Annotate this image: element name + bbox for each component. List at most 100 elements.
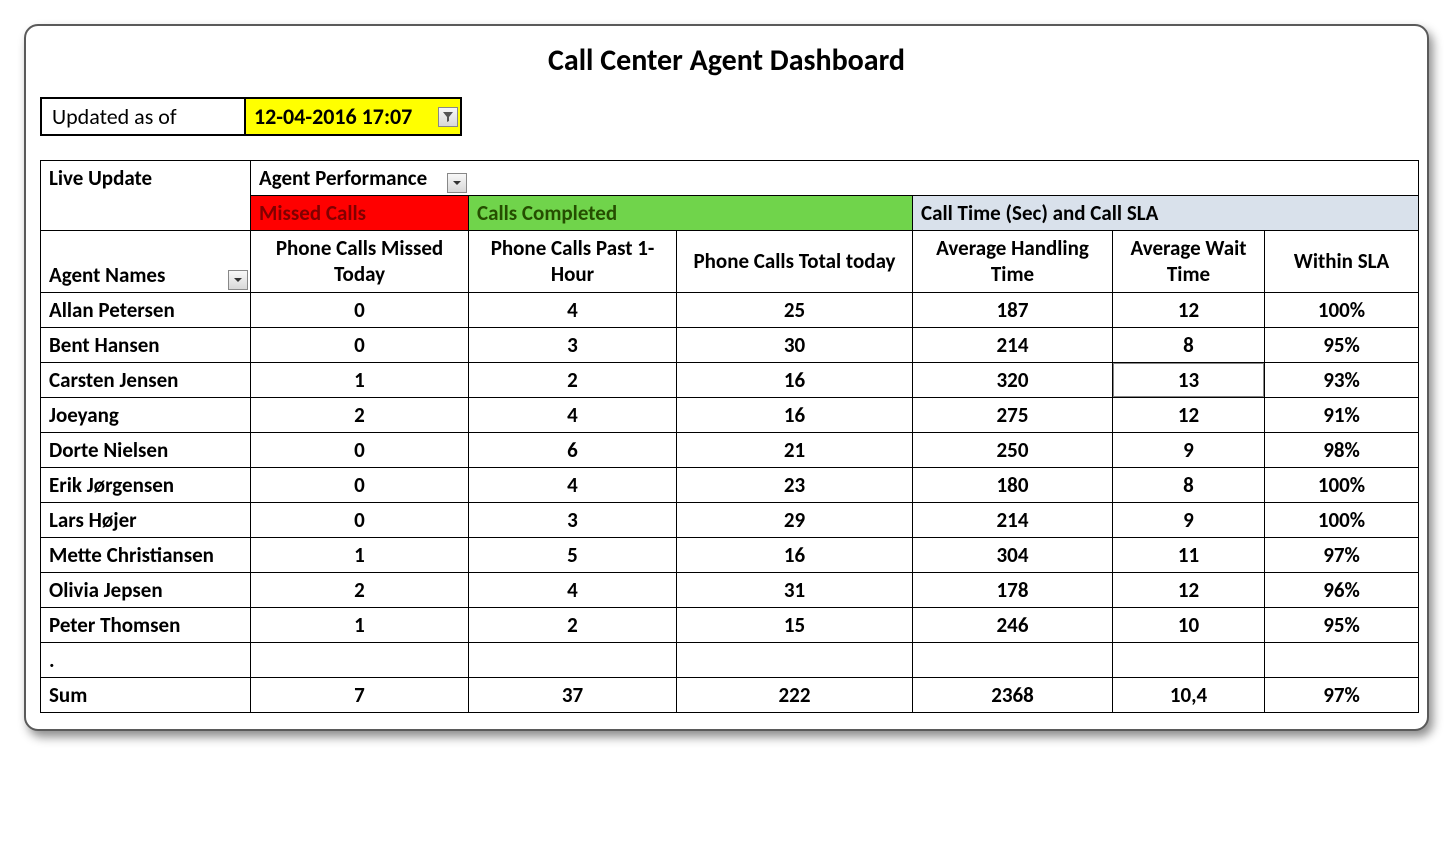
agent-name-cell[interactable]: Dorte Nielsen xyxy=(41,432,251,467)
agent-performance-header[interactable]: Agent Performance xyxy=(251,161,469,196)
total-cell[interactable]: 25 xyxy=(677,292,913,327)
agent-performance-span xyxy=(469,161,1419,196)
missed-cell[interactable]: 1 xyxy=(251,537,469,572)
updated-label: Updated as of xyxy=(40,97,246,136)
col-sla-header: Within SLA xyxy=(1265,231,1419,293)
missed-cell[interactable]: 0 xyxy=(251,327,469,362)
await-cell[interactable]: 12 xyxy=(1113,397,1265,432)
col-missed-header: Phone Calls Missed Today xyxy=(251,231,469,293)
aht-cell[interactable]: 275 xyxy=(913,397,1113,432)
past-hour-cell[interactable]: 2 xyxy=(469,607,677,642)
agent-name-cell[interactable]: Joeyang xyxy=(41,397,251,432)
total-cell[interactable]: 16 xyxy=(677,397,913,432)
total-cell[interactable]: 21 xyxy=(677,432,913,467)
total-cell[interactable]: 15 xyxy=(677,607,913,642)
past-hour-cell[interactable]: 3 xyxy=(469,327,677,362)
table-row: Bent Hansen0330214895% xyxy=(41,327,1419,362)
past-hour-cell[interactable]: 5 xyxy=(469,537,677,572)
past-hour-cell[interactable]: 4 xyxy=(469,397,677,432)
await-cell[interactable]: 10 xyxy=(1113,607,1265,642)
await-cell[interactable]: 9 xyxy=(1113,502,1265,537)
agent-name-cell[interactable]: Bent Hansen xyxy=(41,327,251,362)
aht-cell[interactable]: 320 xyxy=(913,362,1113,397)
sla-cell[interactable]: 97% xyxy=(1265,537,1419,572)
performance-table: Live Update Agent Performance Missed Cal… xyxy=(40,160,1419,713)
aht-cell[interactable]: 214 xyxy=(913,327,1113,362)
missed-cell[interactable]: 0 xyxy=(251,502,469,537)
missed-cell[interactable]: 1 xyxy=(251,362,469,397)
agent-name-cell[interactable]: Lars Højer xyxy=(41,502,251,537)
await-cell[interactable]: 12 xyxy=(1113,572,1265,607)
col-past-hour-header: Phone Calls Past 1-Hour xyxy=(469,231,677,293)
sla-cell[interactable]: 100% xyxy=(1265,292,1419,327)
call-time-sla-header: Call Time (Sec) and Call SLA xyxy=(913,196,1419,231)
await-cell[interactable]: 9 xyxy=(1113,432,1265,467)
agent-name-cell[interactable]: Erik Jørgensen xyxy=(41,467,251,502)
table-row: Olivia Jepsen24311781296% xyxy=(41,572,1419,607)
sla-cell[interactable]: 98% xyxy=(1265,432,1419,467)
total-cell[interactable]: 16 xyxy=(677,537,913,572)
agent-names-dropdown[interactable] xyxy=(228,270,248,290)
funnel-icon xyxy=(442,111,454,123)
updated-filter-button[interactable] xyxy=(438,107,458,127)
past-hour-cell[interactable]: 2 xyxy=(469,362,677,397)
await-cell[interactable]: 11 xyxy=(1113,537,1265,572)
sum-row: Sum 7 37 222 2368 10,4 97% xyxy=(41,677,1419,712)
past-hour-cell[interactable]: 4 xyxy=(469,572,677,607)
col-avg-wait-header: Average Wait Time xyxy=(1113,231,1265,293)
aht-cell[interactable]: 304 xyxy=(913,537,1113,572)
past-hour-cell[interactable]: 3 xyxy=(469,502,677,537)
sla-cell[interactable]: 91% xyxy=(1265,397,1419,432)
sla-cell[interactable]: 93% xyxy=(1265,362,1419,397)
await-cell[interactable]: 12 xyxy=(1113,292,1265,327)
sla-cell[interactable]: 95% xyxy=(1265,607,1419,642)
past-hour-cell[interactable]: 4 xyxy=(469,467,677,502)
missed-cell[interactable]: 0 xyxy=(251,432,469,467)
sum-label: Sum xyxy=(41,677,251,712)
await-cell[interactable]: 13 xyxy=(1113,362,1265,397)
sla-cell[interactable]: 96% xyxy=(1265,572,1419,607)
agent-name-cell[interactable]: Olivia Jepsen xyxy=(41,572,251,607)
sum-aht: 2368 xyxy=(913,677,1113,712)
table-row: Lars Højer03292149100% xyxy=(41,502,1419,537)
aht-cell[interactable]: 214 xyxy=(913,502,1113,537)
agent-name-cell[interactable]: Peter Thomsen xyxy=(41,607,251,642)
spacer-cell xyxy=(913,642,1113,677)
sum-sla: 97% xyxy=(1265,677,1419,712)
aht-cell[interactable]: 180 xyxy=(913,467,1113,502)
past-hour-cell[interactable]: 4 xyxy=(469,292,677,327)
total-cell[interactable]: 16 xyxy=(677,362,913,397)
sla-cell[interactable]: 100% xyxy=(1265,467,1419,502)
total-cell[interactable]: 29 xyxy=(677,502,913,537)
updated-value-cell[interactable]: 12-04-2016 17:07 xyxy=(246,97,462,136)
table-row: Joeyang24162751291% xyxy=(41,397,1419,432)
total-cell[interactable]: 23 xyxy=(677,467,913,502)
aht-cell[interactable]: 246 xyxy=(913,607,1113,642)
agent-performance-dropdown[interactable] xyxy=(447,173,467,193)
aht-cell[interactable]: 250 xyxy=(913,432,1113,467)
live-update-header: Live Update xyxy=(41,161,251,231)
spacer-cell xyxy=(1265,642,1419,677)
agent-name-cell[interactable]: Carsten Jensen xyxy=(41,362,251,397)
past-hour-cell[interactable]: 6 xyxy=(469,432,677,467)
aht-cell[interactable]: 178 xyxy=(913,572,1113,607)
sum-past-hour: 37 xyxy=(469,677,677,712)
total-cell[interactable]: 31 xyxy=(677,572,913,607)
agent-names-label: Agent Names xyxy=(49,262,165,288)
sla-cell[interactable]: 100% xyxy=(1265,502,1419,537)
dashboard-frame: Call Center Agent Dashboard Updated as o… xyxy=(24,24,1429,731)
aht-cell[interactable]: 187 xyxy=(913,292,1113,327)
sla-cell[interactable]: 95% xyxy=(1265,327,1419,362)
agent-name-cell[interactable]: Mette Christiansen xyxy=(41,537,251,572)
agent-names-header[interactable]: Agent Names xyxy=(41,231,251,293)
agent-name-cell[interactable]: Allan Petersen xyxy=(41,292,251,327)
total-cell[interactable]: 30 xyxy=(677,327,913,362)
missed-cell[interactable]: 1 xyxy=(251,607,469,642)
missed-cell[interactable]: 2 xyxy=(251,572,469,607)
missed-cell[interactable]: 0 xyxy=(251,292,469,327)
missed-cell[interactable]: 2 xyxy=(251,397,469,432)
await-cell[interactable]: 8 xyxy=(1113,327,1265,362)
missed-cell[interactable]: 0 xyxy=(251,467,469,502)
await-cell[interactable]: 8 xyxy=(1113,467,1265,502)
caret-down-icon xyxy=(233,275,243,285)
